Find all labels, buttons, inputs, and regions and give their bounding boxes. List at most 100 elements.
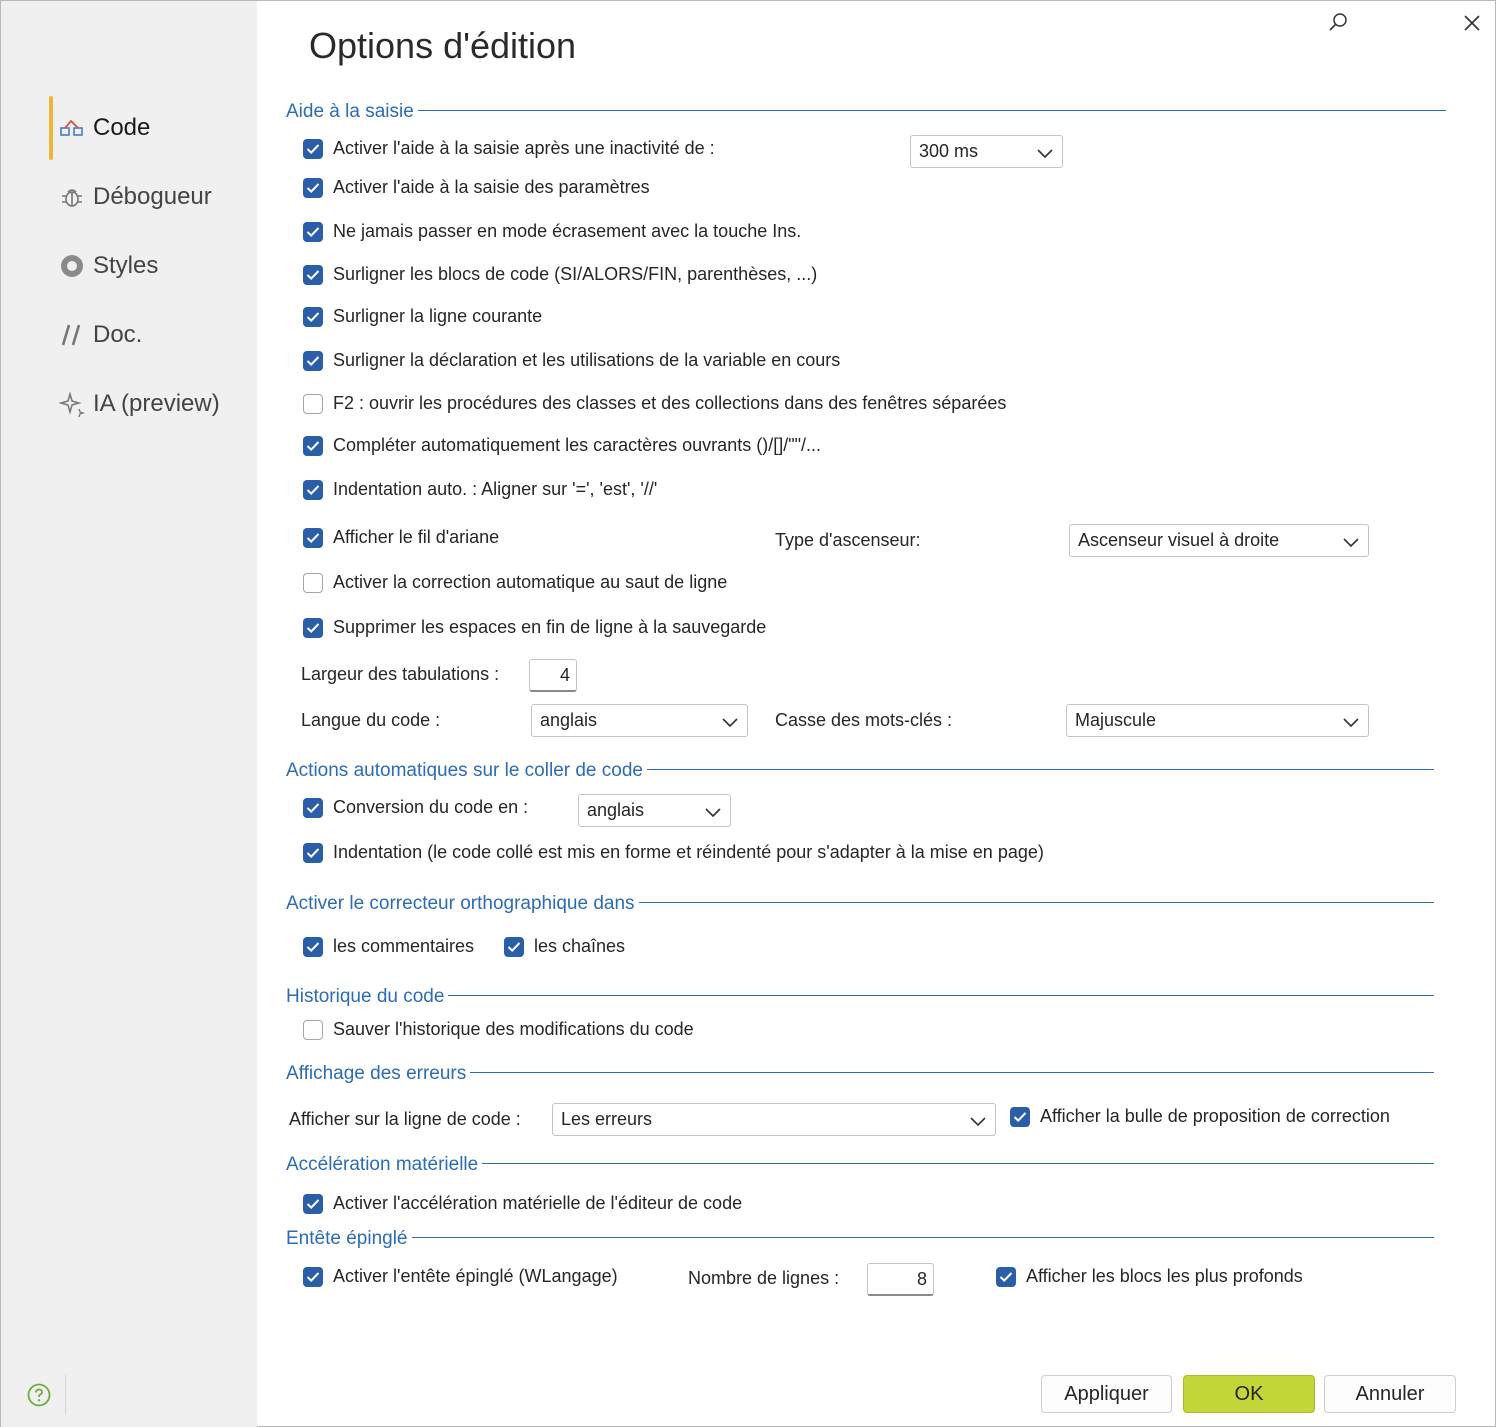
checkbox-checked[interactable] bbox=[303, 221, 323, 242]
checkbox-acceleration[interactable]: Activer l'accélération matérielle de l'é… bbox=[303, 1193, 742, 1214]
cancel-button[interactable]: Annuler bbox=[1324, 1375, 1456, 1413]
doc-slashes-icon bbox=[55, 318, 89, 352]
checkbox-indentation-coller[interactable]: Indentation (le code collé est mis en fo… bbox=[303, 842, 1044, 863]
sidebar-item-styles[interactable]: Styles bbox=[49, 234, 249, 298]
sparkle-icon bbox=[55, 387, 89, 421]
sidebar-item-code[interactable]: Code bbox=[49, 96, 249, 160]
checkbox-checked[interactable] bbox=[303, 842, 323, 863]
langue-select[interactable]: anglais bbox=[531, 704, 748, 737]
select-value: Les erreurs bbox=[561, 1109, 653, 1129]
checkbox-checked[interactable] bbox=[303, 617, 323, 638]
checkbox-entete-epingle[interactable]: Activer l'entête épinglé (WLangage) bbox=[303, 1266, 618, 1287]
search-icon[interactable] bbox=[1327, 11, 1349, 38]
checkbox-surligner-declaration[interactable]: Surligner la déclaration et les utilisat… bbox=[303, 350, 840, 371]
checkbox-unchecked[interactable] bbox=[303, 393, 323, 414]
checkbox-label: Surligner les blocs de code (SI/ALORS/FI… bbox=[333, 264, 818, 284]
checkbox-sauver-historique[interactable]: Sauver l'historique des modifications du… bbox=[303, 1019, 694, 1040]
chevron-down-icon bbox=[1342, 533, 1360, 548]
tabulation-input[interactable]: 4 bbox=[529, 659, 577, 692]
select-value: anglais bbox=[540, 710, 598, 730]
checkbox-label: Ne jamais passer en mode écrasement avec… bbox=[333, 221, 802, 241]
checkbox-label: Activer la correction automatique au sau… bbox=[333, 572, 728, 592]
checkbox-checked[interactable] bbox=[504, 936, 524, 957]
checkbox-surligner-blocs[interactable]: Surligner les blocs de code (SI/ALORS/FI… bbox=[303, 264, 817, 285]
checkbox-checked[interactable] bbox=[303, 936, 323, 957]
help-icon[interactable] bbox=[27, 1383, 51, 1407]
checkbox-checked[interactable] bbox=[303, 527, 323, 548]
langue-label: Langue du code : bbox=[301, 710, 441, 730]
checkbox-aide-parametres[interactable]: Activer l'aide à la saisie des paramètre… bbox=[303, 177, 650, 198]
checkbox-checked[interactable] bbox=[303, 1193, 323, 1214]
tabulation-label: Largeur des tabulations : bbox=[301, 664, 500, 684]
checkbox-surligner-ligne[interactable]: Surligner la ligne courante bbox=[303, 306, 542, 327]
checkbox-label: Activer l'accélération matérielle de l'é… bbox=[333, 1193, 743, 1213]
checkbox-label: F2 : ouvrir les procédures des classes e… bbox=[333, 393, 1007, 413]
checkbox-checked[interactable] bbox=[303, 797, 323, 818]
checkbox-label: les commentaires bbox=[333, 936, 475, 956]
checkbox-label: Afficher les blocs les plus profonds bbox=[1026, 1266, 1303, 1286]
checkbox-fil-ariane[interactable]: Afficher le fil d'ariane bbox=[303, 527, 499, 548]
checkbox-label: Surligner la ligne courante bbox=[333, 306, 543, 326]
checkbox-checked[interactable] bbox=[1010, 1106, 1030, 1127]
checkbox-checked[interactable] bbox=[303, 350, 323, 371]
checkbox-blocs-profonds[interactable]: Afficher les blocs les plus profonds bbox=[996, 1266, 1303, 1287]
checkbox-indentation-auto[interactable]: Indentation auto. : Aligner sur '=', 'es… bbox=[303, 479, 657, 500]
active-indicator bbox=[49, 96, 53, 160]
checkbox-checked[interactable] bbox=[303, 1266, 323, 1287]
checkbox-supprimer-espaces[interactable]: Supprimer les espaces en fin de ligne à … bbox=[303, 617, 766, 638]
checkbox-correction-auto[interactable]: Activer la correction automatique au sau… bbox=[303, 572, 727, 593]
checkbox-completer[interactable]: Compléter automatiquement les caractères… bbox=[303, 435, 821, 456]
sidebar-item-label: Styles bbox=[93, 252, 159, 279]
checkbox-unchecked[interactable] bbox=[303, 572, 323, 593]
close-icon[interactable] bbox=[1462, 13, 1482, 38]
checkbox-label: Activer l'aide à la saisie après une ina… bbox=[333, 138, 715, 158]
checkbox-label: Afficher la bulle de proposition de corr… bbox=[1040, 1106, 1390, 1126]
section-title-correcteur: Activer le correcteur orthographique dan… bbox=[286, 893, 639, 915]
checkbox-label: Afficher le fil d'ariane bbox=[333, 527, 500, 547]
nombre-lignes-label: Nombre de lignes : bbox=[688, 1268, 840, 1288]
delay-select[interactable]: 300 ms bbox=[910, 135, 1063, 168]
sidebar-item-label: Doc. bbox=[93, 321, 143, 348]
sidebar-item-label: IA (preview) bbox=[93, 390, 220, 417]
checkbox-checked[interactable] bbox=[303, 177, 323, 198]
erreurs-select[interactable]: Les erreurs bbox=[552, 1103, 996, 1136]
sidebar-item-label: Débogueur bbox=[93, 183, 212, 210]
sidebar-item-debogueur[interactable]: Débogueur bbox=[49, 165, 249, 229]
casse-label: Casse des mots-clés : bbox=[775, 710, 953, 730]
casse-select[interactable]: Majuscule bbox=[1066, 704, 1369, 737]
sidebar-item-doc[interactable]: Doc. bbox=[49, 303, 249, 367]
checkbox-label: les chaînes bbox=[534, 936, 626, 956]
checkbox-checked[interactable] bbox=[996, 1266, 1016, 1287]
section-title-historique: Historique du code bbox=[286, 986, 449, 1008]
select-value: Majuscule bbox=[1075, 710, 1157, 730]
select-value: Ascenseur visuel à droite bbox=[1078, 530, 1280, 550]
section-title-entete: Entête épinglé bbox=[286, 1228, 412, 1250]
checkbox-checked[interactable] bbox=[303, 435, 323, 456]
bug-icon bbox=[55, 180, 89, 214]
checkbox-chaines[interactable]: les chaînes bbox=[504, 936, 625, 957]
ascenseur-label: Type d'ascenseur: bbox=[775, 530, 921, 550]
checkbox-checked[interactable] bbox=[303, 138, 323, 159]
select-value: 300 ms bbox=[919, 141, 979, 161]
checkbox-f2-fenetres[interactable]: F2 : ouvrir les procédures des classes e… bbox=[303, 393, 1006, 414]
checkbox-checked[interactable] bbox=[303, 264, 323, 285]
checkbox-ecrasement[interactable]: Ne jamais passer en mode écrasement avec… bbox=[303, 221, 801, 242]
ok-button[interactable]: OK bbox=[1183, 1375, 1315, 1413]
section-title-acceleration: Accélération matérielle bbox=[286, 1154, 483, 1176]
apply-button[interactable]: Appliquer bbox=[1041, 1375, 1172, 1413]
checkbox-unchecked[interactable] bbox=[303, 1019, 323, 1040]
checkbox-commentaires[interactable]: les commentaires bbox=[303, 936, 474, 957]
checkbox-checked[interactable] bbox=[303, 306, 323, 327]
checkbox-aide-inactivite[interactable]: Activer l'aide à la saisie après une ina… bbox=[303, 138, 715, 159]
chevron-down-icon bbox=[704, 803, 722, 818]
checkbox-bulle-correction[interactable]: Afficher la bulle de proposition de corr… bbox=[1010, 1106, 1390, 1127]
checkbox-checked[interactable] bbox=[303, 479, 323, 500]
ascenseur-select[interactable]: Ascenseur visuel à droite bbox=[1069, 524, 1369, 557]
styles-icon bbox=[55, 249, 89, 283]
chevron-down-icon bbox=[1342, 713, 1360, 728]
sidebar-item-ia[interactable]: IA (preview) bbox=[49, 372, 249, 436]
conversion-select[interactable]: anglais bbox=[578, 794, 731, 827]
sidebar-item-label: Code bbox=[93, 114, 151, 141]
nombre-lignes-input[interactable]: 8 bbox=[867, 1263, 934, 1296]
checkbox-conversion-code[interactable]: Conversion du code en : bbox=[303, 797, 528, 818]
